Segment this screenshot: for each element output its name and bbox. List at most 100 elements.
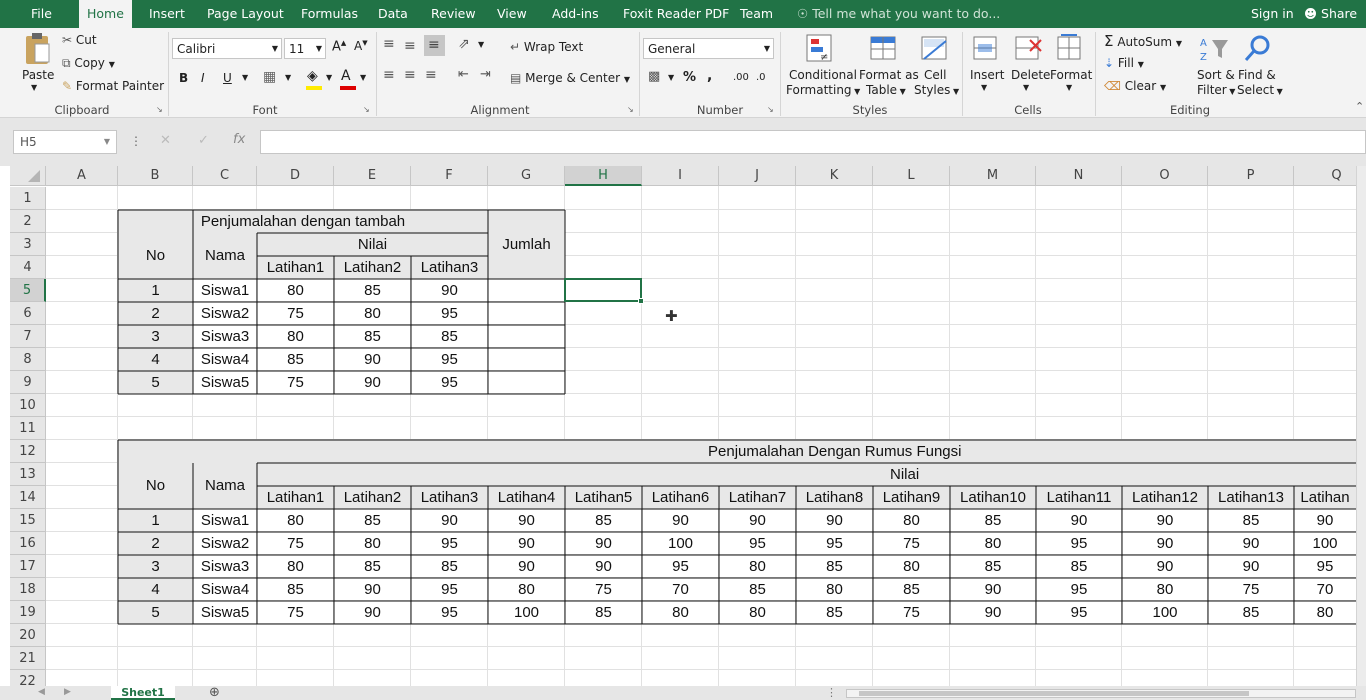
table1-cell[interactable]: 90 — [411, 279, 488, 302]
column-header-l[interactable]: L — [873, 166, 950, 186]
align-center-icon[interactable]: ≡ — [404, 67, 416, 83]
alignment-launcher-icon[interactable]: ↘ — [627, 105, 634, 114]
tab-insert[interactable]: Insert — [149, 0, 185, 28]
table2-cell[interactable]: Siswa5 — [193, 601, 257, 624]
table2-cell[interactable]: 75 — [257, 601, 334, 624]
name-box[interactable]: H5 ▼ — [13, 130, 117, 154]
row-header-6[interactable]: 6 — [10, 302, 46, 325]
fill-color-icon[interactable]: ◈ — [307, 68, 318, 84]
collapse-ribbon-icon[interactable]: ⌃ — [1355, 100, 1364, 113]
table2-cell[interactable]: 100 — [488, 601, 565, 624]
row-header-12[interactable]: 12 — [10, 440, 46, 463]
table2-cell[interactable]: 80 — [950, 532, 1036, 555]
clipboard-launcher-icon[interactable]: ↘ — [156, 105, 163, 114]
increase-indent-icon[interactable]: ⇥ — [480, 67, 491, 82]
tab-file[interactable]: File — [31, 0, 52, 28]
table2-subheader[interactable]: Latihan2 — [334, 486, 411, 509]
column-header-o[interactable]: O — [1122, 166, 1208, 186]
row-header-8[interactable]: 8 — [10, 348, 46, 371]
underline-dropdown-icon[interactable]: ▼ — [242, 73, 248, 82]
table2-subheader[interactable]: Latihan5 — [565, 486, 642, 509]
table1-nilai-header[interactable]: Nilai — [257, 233, 488, 256]
insert-dropdown-icon[interactable]: ▼ — [981, 83, 987, 92]
table2-subheader[interactable]: Latihan — [1294, 486, 1356, 509]
fill-handle[interactable] — [638, 298, 644, 304]
number-launcher-icon[interactable]: ↘ — [767, 105, 774, 114]
table2-cell[interactable]: 95 — [642, 555, 719, 578]
format-button[interactable]: Format — [1050, 68, 1092, 82]
align-left-icon[interactable]: ≡ — [383, 67, 395, 83]
table1-cell[interactable]: 80 — [334, 302, 411, 325]
cell-styles-icon[interactable] — [919, 32, 951, 66]
table2-nama-header[interactable]: Nama — [193, 463, 257, 509]
table2-subheader[interactable]: Latihan11 — [1036, 486, 1122, 509]
row-header-17[interactable]: 17 — [10, 555, 46, 578]
tab-foxit-reader-pdf[interactable]: Foxit Reader PDF — [623, 0, 729, 28]
table2-cell[interactable]: Siswa1 — [193, 509, 257, 532]
scroll-right-icon[interactable]: ▶ — [64, 687, 71, 697]
worksheet-grid[interactable]: ABCDEFGHIJKLMNOPQ 1 2 3 4 5 6 7 8 9 10 11 12 13 14 15 1… — [0, 166, 1366, 693]
row-header-1[interactable]: 1 — [10, 187, 46, 210]
table2-cell[interactable]: 4 — [118, 578, 193, 601]
find-select-label[interactable]: Select ▼ — [1237, 83, 1283, 97]
column-header-g[interactable]: G — [488, 166, 565, 186]
table2-cell[interactable]: 85 — [950, 555, 1036, 578]
font-launcher-icon[interactable]: ↘ — [363, 105, 370, 114]
table1-cell[interactable]: 85 — [257, 348, 334, 371]
table2-cell[interactable]: 85 — [257, 578, 334, 601]
accounting-format-icon[interactable]: ▩ — [648, 69, 660, 84]
table2-cell[interactable]: 80 — [488, 578, 565, 601]
table1-cell[interactable]: 75 — [257, 371, 334, 394]
autosum-button[interactable]: Σ AutoSum ▼ — [1104, 32, 1182, 50]
row-header-4[interactable]: 4 — [10, 256, 46, 279]
paste-button[interactable]: Paste — [22, 68, 54, 82]
fill-color-dropdown-icon[interactable]: ▼ — [326, 73, 332, 82]
table2-cell[interactable]: 80 — [719, 555, 796, 578]
format-as-table-label[interactable]: Table ▼ — [866, 83, 906, 97]
row-header-7[interactable]: 7 — [10, 325, 46, 348]
table2-cell[interactable]: 85 — [334, 555, 411, 578]
table2-cell[interactable]: 75 — [873, 532, 950, 555]
table2-cell[interactable]: 95 — [719, 532, 796, 555]
table2-cell[interactable]: 90 — [950, 578, 1036, 601]
font-name-select[interactable]: Calibri ▼ — [172, 38, 282, 59]
conditional-formatting-label[interactable]: Formatting ▼ — [786, 83, 860, 97]
percent-style-button[interactable]: % — [683, 70, 696, 85]
tab-formulas[interactable]: Formulas — [301, 0, 358, 28]
table2-nilai-header[interactable]: Nilai — [257, 463, 1356, 486]
column-header-a[interactable]: A — [46, 166, 118, 186]
table2-cell[interactable]: 95 — [1294, 555, 1356, 578]
fill-button[interactable]: ⇣ Fill ▼ — [1104, 56, 1144, 70]
table2-subheader[interactable]: Latihan4 — [488, 486, 565, 509]
column-header-c[interactable]: C — [193, 166, 257, 186]
table2-subheader[interactable]: Latihan6 — [642, 486, 719, 509]
row-header-21[interactable]: 21 — [10, 647, 46, 670]
table2-cell[interactable]: 90 — [565, 532, 642, 555]
delete-button[interactable]: Delete — [1011, 68, 1050, 82]
table2-cell[interactable]: 75 — [873, 601, 950, 624]
table2-cell[interactable]: 90 — [796, 509, 873, 532]
row-header-14[interactable]: 14 — [10, 486, 46, 509]
decrease-font-icon[interactable]: A▼ — [354, 39, 368, 53]
table2-cell[interactable]: 90 — [488, 555, 565, 578]
table1-cell[interactable]: 3 — [118, 325, 193, 348]
tab-team[interactable]: Team — [740, 0, 773, 28]
table2-cell[interactable]: 90 — [1122, 555, 1208, 578]
table2-cell[interactable]: 95 — [1036, 601, 1122, 624]
table2-cell[interactable]: 100 — [1122, 601, 1208, 624]
table1-cell[interactable]: 75 — [257, 302, 334, 325]
table2-cell[interactable]: 90 — [488, 532, 565, 555]
table2-cell[interactable]: 85 — [334, 509, 411, 532]
table2-cell[interactable]: 70 — [642, 578, 719, 601]
table2-cell[interactable]: 90 — [1122, 532, 1208, 555]
table2-cell[interactable]: Siswa3 — [193, 555, 257, 578]
sheet-tab-sheet1[interactable]: Sheet1 — [111, 686, 175, 700]
table2-cell[interactable]: 80 — [873, 509, 950, 532]
column-header-f[interactable]: F — [411, 166, 488, 186]
table2-cell[interactable]: 85 — [1208, 601, 1294, 624]
format-as-table-button[interactable]: Format as — [859, 68, 919, 82]
table2-cell[interactable]: 90 — [488, 509, 565, 532]
table2-no-header[interactable]: No — [118, 463, 193, 509]
table2-cell[interactable]: Siswa2 — [193, 532, 257, 555]
row-header-11[interactable]: 11 — [10, 417, 46, 440]
